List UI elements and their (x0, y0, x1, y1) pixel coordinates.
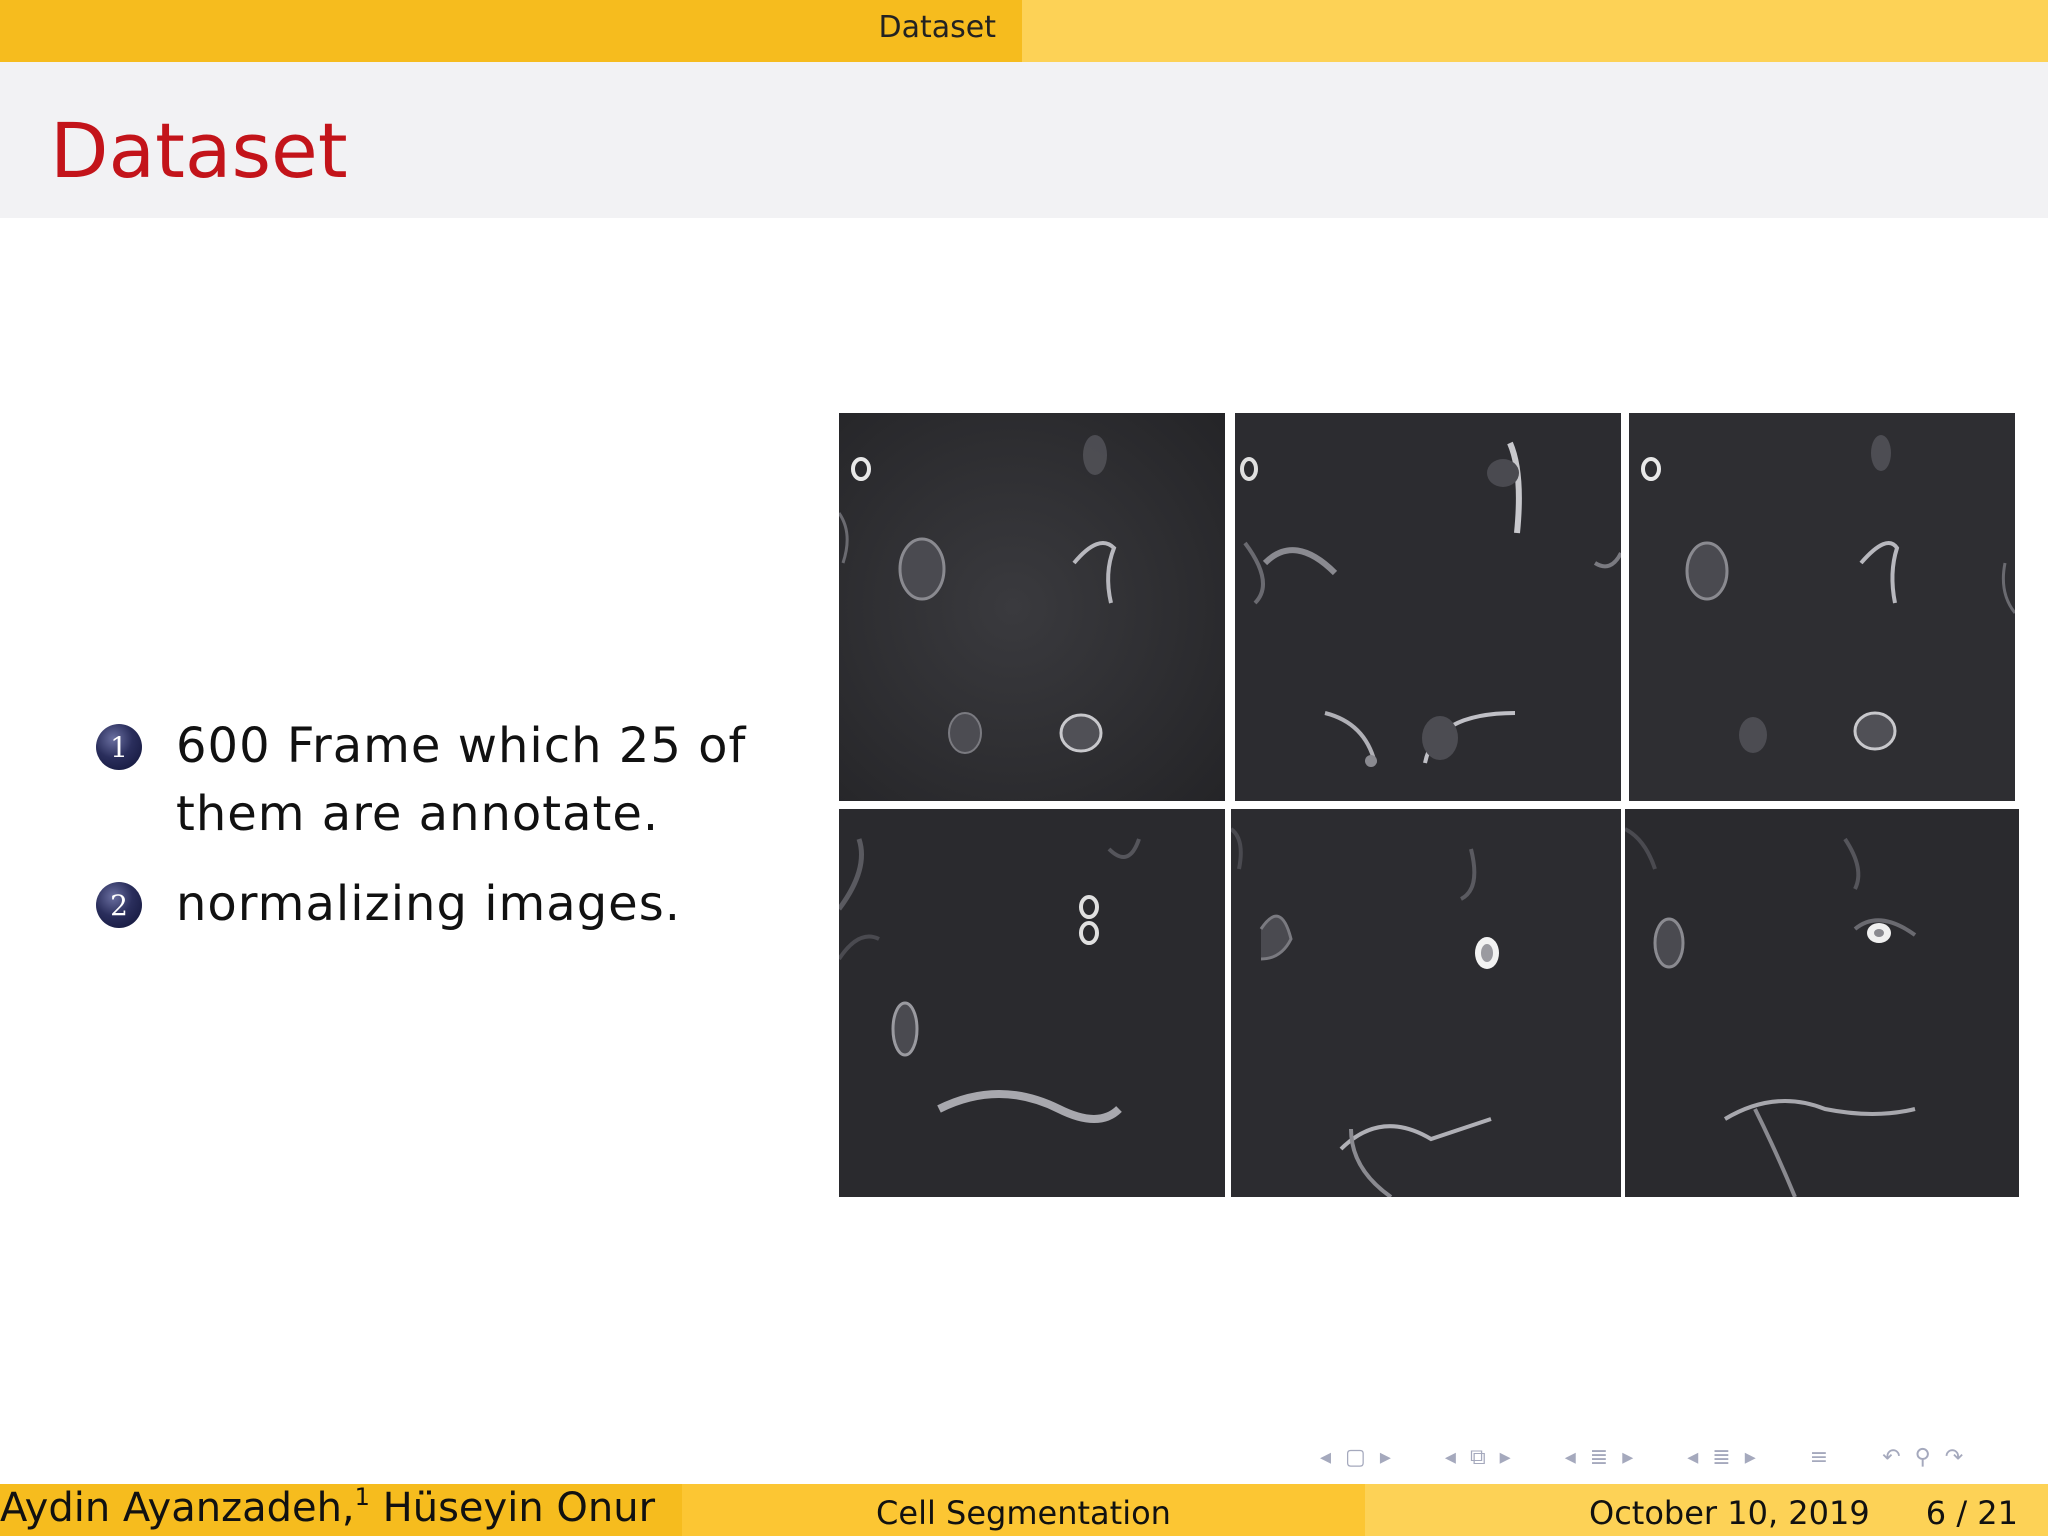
page-number: 6 / 21 (1925, 1494, 2018, 1532)
microscopy-frame (1629, 413, 2015, 801)
footline-title-box: Cell Segmentation (682, 1484, 1365, 1536)
microscopy-frame (1235, 413, 1621, 801)
list-item: 2 normalizing images. (96, 870, 776, 938)
arrow-left-icon[interactable]: ◂ (1445, 1445, 1456, 1470)
author-affiliation: 1 (354, 1483, 370, 1511)
footline-author-box: Aydin Ayanzadeh,1 Hüseyin Onur (0, 1484, 682, 1536)
arrow-right-icon[interactable]: ▸ (1380, 1445, 1391, 1470)
microscopy-frame (1625, 809, 2019, 1197)
forward-icon[interactable]: ↷ (1945, 1445, 1963, 1470)
section-link[interactable]: Dataset (879, 10, 996, 45)
beamer-navigation-bar: ◂ ▢ ▸ ◂ ⧉ ▸ ◂ ≣ ▸ ◂ ≣ ▸ ≡ ↶ ⚲ ↷ (1320, 1440, 2040, 1474)
top-nav-section-area: Dataset (0, 0, 1022, 62)
top-nav-subsection-area (1022, 0, 2048, 62)
document-icon[interactable]: ≣ (1712, 1445, 1730, 1470)
arrow-left-icon[interactable]: ◂ (1320, 1445, 1331, 1470)
frame-title: Dataset (50, 106, 348, 195)
arrow-left-icon[interactable]: ◂ (1565, 1445, 1576, 1470)
arrow-right-icon[interactable]: ▸ (1500, 1445, 1511, 1470)
footline-author: Aydin Ayanzadeh,1 Hüseyin Onur (0, 1484, 655, 1532)
enumeration-ball-icon: 1 (96, 724, 142, 770)
enumeration-ball-icon: 2 (96, 882, 142, 928)
microscopy-frame (839, 413, 1225, 801)
footline: Aydin Ayanzadeh,1 Hüseyin Onur Cell Segm… (0, 1484, 2048, 1536)
list-item-line: 600 Frame which 25 of (176, 718, 747, 774)
footline-title: Cell Segmentation (876, 1494, 1171, 1532)
microscopy-frame (839, 809, 1225, 1197)
subsection-icon[interactable]: ⧉ (1470, 1445, 1486, 1470)
section-icon[interactable]: ≣ (1590, 1445, 1608, 1470)
search-icon[interactable]: ⚲ (1915, 1445, 1931, 1470)
footline-date: October 10, 2019 (1589, 1494, 1870, 1532)
arrow-right-icon[interactable]: ▸ (1745, 1445, 1756, 1470)
list-item: 1 600 Frame which 25 of them are annotat… (96, 712, 776, 848)
microscopy-frame (1231, 809, 1621, 1197)
footline-date-box: October 10, 2019 6 / 21 (1365, 1484, 2048, 1536)
list-item-line: normalizing images. (176, 876, 681, 932)
microscopy-image-grid (839, 413, 2019, 1197)
enumerated-list: 1 600 Frame which 25 of them are annotat… (96, 712, 776, 960)
list-item-text: 600 Frame which 25 of them are annotate. (176, 712, 746, 848)
frame-icon[interactable]: ▢ (1345, 1445, 1366, 1470)
arrow-right-icon[interactable]: ▸ (1622, 1445, 1633, 1470)
arrow-left-icon[interactable]: ◂ (1687, 1445, 1698, 1470)
align-icon[interactable]: ≡ (1810, 1445, 1828, 1470)
frame-title-band: Dataset (0, 62, 2048, 218)
list-item-text: normalizing images. (176, 870, 681, 938)
list-item-line: them are annotate. (176, 786, 660, 842)
top-nav-bar: Dataset (0, 0, 2048, 62)
author-name: Aydin Ayanzadeh, (0, 1485, 355, 1531)
back-icon[interactable]: ↶ (1882, 1445, 1900, 1470)
author-name-2: Hüseyin Onur (382, 1485, 656, 1531)
